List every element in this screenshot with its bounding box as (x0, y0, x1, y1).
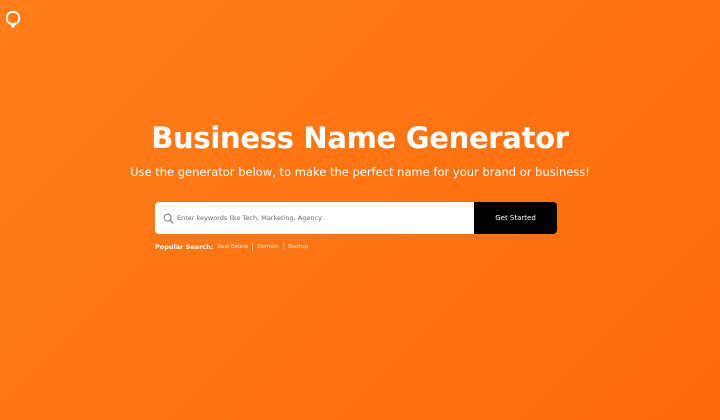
hero-section: Business Name Generator Use the generato… (0, 120, 720, 180)
popular-tag-real-estate[interactable]: Real Estate (217, 244, 248, 250)
get-started-button[interactable]: Get Started (474, 202, 557, 234)
popular-tag-domain[interactable]: Domain (257, 244, 278, 250)
popular-search-label: Popular Search: (155, 243, 214, 251)
page-title: Business Name Generator (151, 121, 569, 155)
tag-divider (282, 243, 284, 251)
tag-divider (252, 243, 254, 251)
search-icon (163, 213, 174, 224)
keyword-search-input[interactable] (177, 214, 467, 222)
logo-icon[interactable] (4, 10, 22, 28)
page-subtitle: Use the generator below, to make the per… (130, 165, 590, 179)
search-field-container[interactable] (155, 202, 474, 234)
search-bar: Get Started (155, 202, 557, 234)
popular-searches: Popular Search: Real Estate Domain Start… (155, 243, 308, 251)
popular-tag-startup[interactable]: Startup (288, 244, 308, 250)
